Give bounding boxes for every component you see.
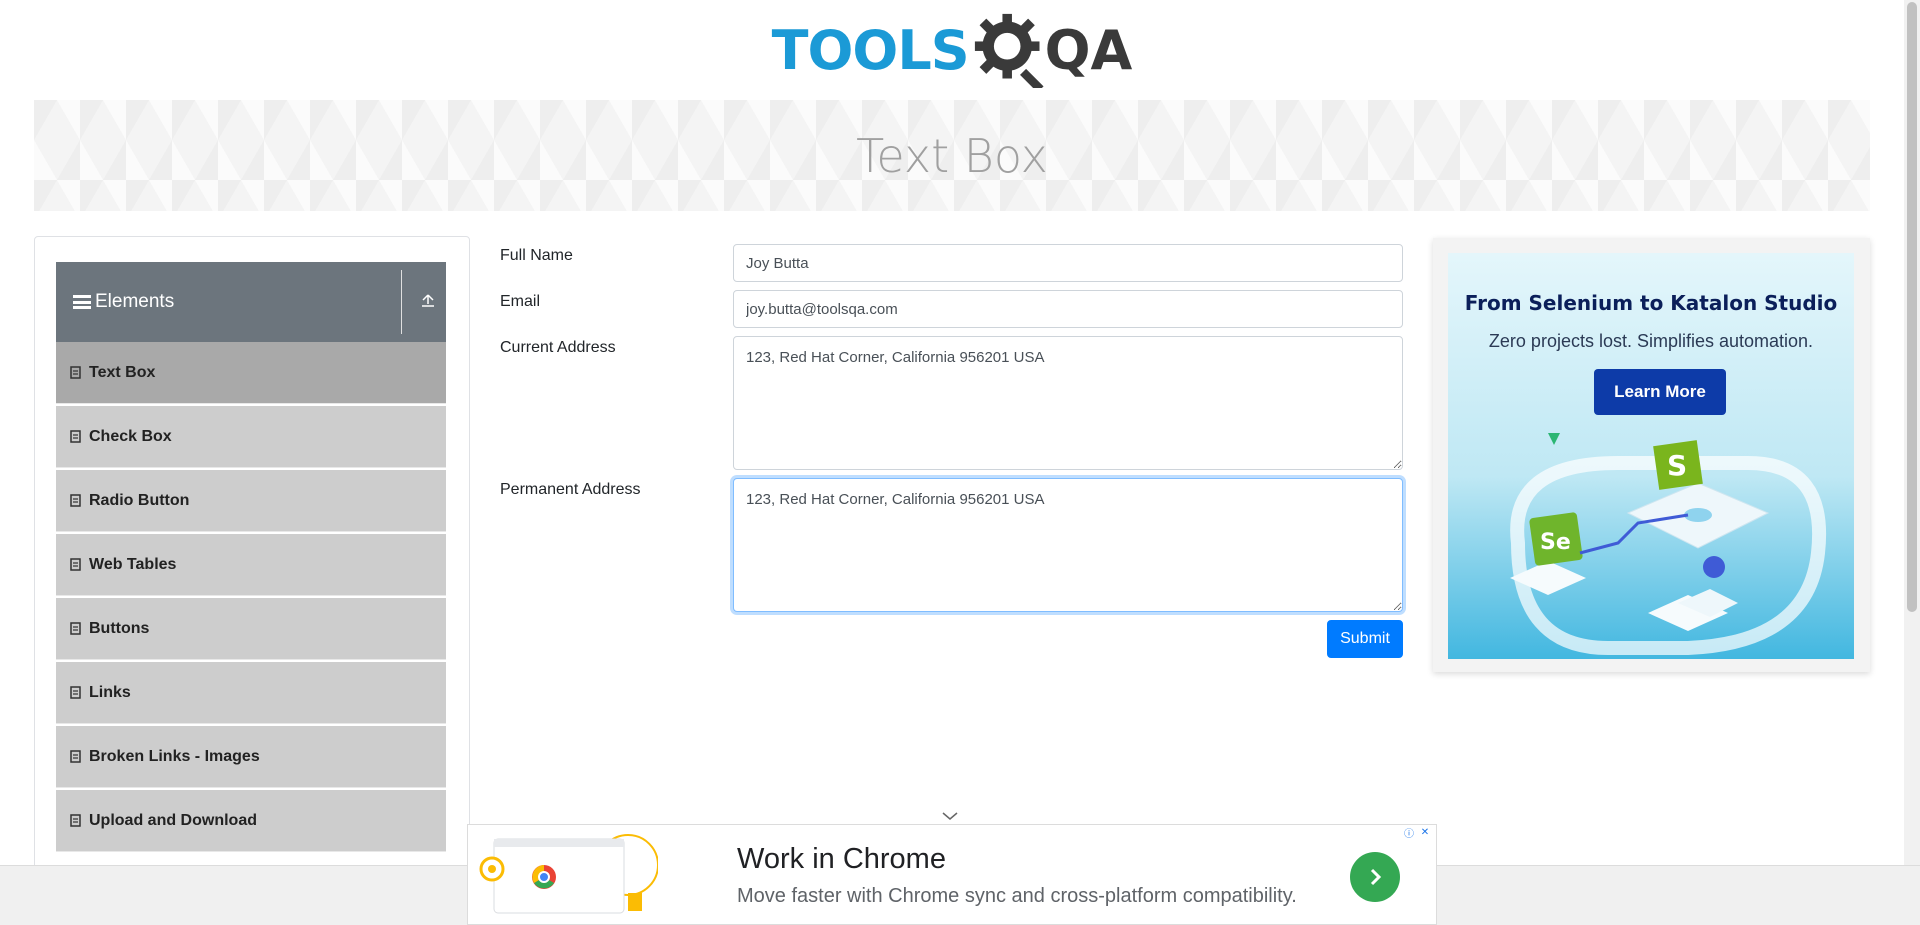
email-label: Email xyxy=(500,293,541,310)
ad-heading: From Selenium to Katalon Studio xyxy=(1464,291,1838,315)
sidebar-item-label: Broken Links - Images xyxy=(89,747,260,765)
permanent-address-row: Permanent Address 123, Red Hat Corner, C… xyxy=(500,478,1403,612)
document-icon xyxy=(70,494,81,507)
document-icon xyxy=(70,430,81,443)
sidebar-item-label: Text Box xyxy=(89,363,156,381)
ad-go-button[interactable] xyxy=(1350,852,1400,902)
sidebar-item-label: Links xyxy=(89,683,131,701)
full-name-input[interactable] xyxy=(733,244,1403,282)
group-title: Elements xyxy=(95,291,175,312)
side-advertisement[interactable]: From Selenium to Katalon Studio Zero pro… xyxy=(1433,238,1870,672)
sidebar-item-label: Radio Button xyxy=(89,491,190,509)
sidebar-item-label: Buttons xyxy=(89,619,150,637)
document-icon xyxy=(70,750,81,763)
elements-group-header[interactable]: Elements xyxy=(56,262,446,342)
sidebar-item[interactable]: Radio Button xyxy=(56,470,446,532)
bottom-ad-text: Move faster with Chrome sync and cross-p… xyxy=(737,885,1297,907)
logo-text: TOOLS xyxy=(771,18,970,82)
current-address-textarea[interactable]: 123, Red Hat Corner, California 956201 U… xyxy=(733,336,1403,470)
full-name-row: Full Name xyxy=(500,244,1403,282)
document-icon xyxy=(70,622,81,635)
elements-menu: Text Box Check Box Radio Button Web Tables B… xyxy=(56,342,446,854)
chevron-right-icon xyxy=(1370,868,1382,886)
scroll-thumb[interactable] xyxy=(1907,2,1917,612)
bottom-advertisement[interactable]: Work in Chrome Move faster with Chrome s… xyxy=(467,824,1437,925)
ad-subheading: Zero projects lost. Simplifies automatio… xyxy=(1488,331,1814,351)
submit-row: Submit xyxy=(500,620,1403,660)
text-box-form: Full Name Email Current Address 123, Red… xyxy=(500,244,1403,660)
full-name-label: Full Name xyxy=(500,247,573,264)
site-header: TOOLS QA xyxy=(0,0,1904,100)
ad-illustration: S Se xyxy=(1510,433,1827,655)
sidebar: Elements Text Box Check Box Radio Button We… xyxy=(34,236,470,925)
current-address-label: Current Address xyxy=(500,339,616,356)
document-icon xyxy=(70,686,81,699)
current-address-row: Current Address 123, Red Hat Corner, Cal… xyxy=(500,336,1403,470)
document-icon xyxy=(70,814,81,827)
sidebar-item-label: Upload and Download xyxy=(89,811,257,829)
sidebar-item[interactable]: Upload and Download xyxy=(56,790,446,852)
page-scrollbar[interactable] xyxy=(1904,0,1920,865)
toolsqa-logo[interactable]: TOOLS QA xyxy=(771,5,1133,95)
sidebar-item[interactable]: Links xyxy=(56,662,446,724)
sidebar-item[interactable]: Text Box xyxy=(56,342,446,404)
sidebar-item[interactable]: Buttons xyxy=(56,598,446,660)
close-icon[interactable]: ✕ xyxy=(1418,825,1432,839)
sidebar-item-label: Web Tables xyxy=(89,555,177,573)
learn-more-button[interactable]: Learn More xyxy=(1594,369,1726,415)
permanent-address-textarea[interactable]: 123, Red Hat Corner, California 956201 U… xyxy=(733,478,1403,612)
document-icon xyxy=(70,558,81,571)
document-icon xyxy=(70,366,81,379)
logo-suffix: QA xyxy=(1044,18,1133,82)
hamburger-icon xyxy=(73,295,91,309)
svg-text:Se: Se xyxy=(1540,530,1571,555)
submit-button[interactable]: Submit xyxy=(1327,620,1403,658)
email-input[interactable] xyxy=(733,290,1403,328)
gear-magnifier-icon xyxy=(974,13,1044,88)
svg-text:S: S xyxy=(1667,449,1687,482)
page-banner: Text Box xyxy=(34,100,1870,211)
adchoices[interactable]: ⓘ ✕ xyxy=(1402,825,1432,840)
sidebar-item[interactable]: Broken Links - Images xyxy=(56,726,446,788)
permanent-address-label: Permanent Address xyxy=(500,481,641,498)
divider xyxy=(401,270,402,334)
chevron-down-icon[interactable] xyxy=(941,810,959,822)
info-icon[interactable]: ⓘ xyxy=(1402,825,1416,840)
chrome-enterprise-image xyxy=(479,834,658,914)
sidebar-item-label: Check Box xyxy=(89,427,172,445)
sidebar-item[interactable]: Web Tables xyxy=(56,534,446,596)
collapse-icon[interactable] xyxy=(418,290,438,310)
upload-arrow-icon xyxy=(422,294,434,307)
bottom-ad-title: Work in Chrome xyxy=(737,843,946,875)
email-row: Email xyxy=(500,290,1403,328)
sidebar-item[interactable]: Check Box xyxy=(56,406,446,468)
page-title: Text Box xyxy=(856,128,1048,183)
ad-creative: From Selenium to Katalon Studio Zero pro… xyxy=(1448,253,1854,659)
